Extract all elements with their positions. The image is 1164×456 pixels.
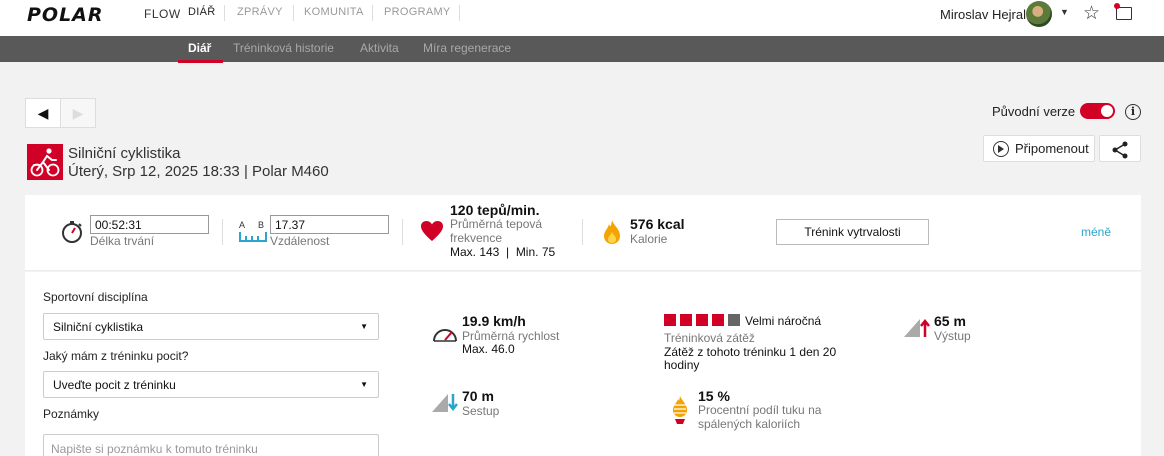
notes-input[interactable]: Napište si poznámku k tomuto tréninku (43, 434, 379, 456)
details-card (25, 272, 1141, 456)
user-name[interactable]: Miroslav Hejral (940, 7, 1026, 22)
cycling-icon (27, 144, 63, 180)
speedometer-icon (433, 329, 457, 342)
feeling-select[interactable]: Uveďte pocit z tréninku ▼ (43, 371, 379, 398)
nav-messages[interactable]: ZPRÁVY (237, 6, 283, 18)
stopwatch-icon (62, 221, 82, 243)
message-icon[interactable] (1116, 7, 1132, 20)
nav-community[interactable]: KOMUNITA (304, 6, 364, 18)
nav-separator (293, 5, 294, 21)
share-icon (1112, 141, 1128, 159)
heart-rate-value: 120 tepů/min. (450, 202, 540, 218)
nav-separator (372, 5, 373, 21)
training-benefit-button[interactable]: Trénink vytrvalosti (776, 219, 929, 245)
share-button[interactable] (1099, 135, 1141, 162)
avatar[interactable] (1026, 1, 1052, 27)
ruler-icon (239, 232, 267, 242)
training-load-rating: Velmi náročná (745, 314, 822, 328)
info-icon[interactable]: i (1125, 104, 1141, 120)
arrow-left-icon: ◀ (37, 105, 49, 121)
notes-label: Poznámky (43, 407, 100, 421)
ascent-icon (904, 318, 930, 337)
flame-icon (604, 220, 620, 244)
remind-label: Připomenout (1015, 141, 1089, 156)
fat-percentage-value: 15 % (698, 388, 730, 404)
calories-label: Kalorie (630, 232, 668, 246)
notification-dot (1114, 3, 1120, 9)
dropdown-arrow-icon: ▼ (360, 380, 368, 389)
ascent-value: 65 m (934, 313, 966, 329)
feeling-label: Jaký mám z tréninku pocit? (43, 349, 189, 363)
workout-date-device: Úterý, Srp 12, 2025 18:33 | Polar M460 (68, 163, 329, 180)
metric-separator (402, 219, 403, 245)
distance-field[interactable]: 17.37 (270, 215, 389, 234)
distance-b-label: B (258, 220, 265, 230)
original-version-label: Původní verze (992, 104, 1076, 119)
duration-field[interactable]: 00:52:31 (90, 215, 209, 234)
arrow-right-icon: ▶ (72, 105, 84, 121)
subnav-diary[interactable]: Diář (188, 41, 211, 55)
training-load-label: Tréninková zátěž (664, 331, 755, 345)
toggle-knob (1101, 105, 1113, 117)
next-button[interactable]: ▶ (60, 98, 96, 128)
feeling-select-value: Uveďte pocit z tréninku (53, 378, 176, 392)
subnav-training-history[interactable]: Tréninková historie (233, 41, 334, 55)
remind-button[interactable]: Připomenout (983, 135, 1095, 162)
subnav-recovery[interactable]: Míra regenerace (423, 41, 511, 55)
training-load-square (696, 314, 708, 326)
duration-label: Délka trvání (90, 234, 155, 248)
training-load-recovery: Zátěž z tohoto tréninku 1 den 20 hodiny (664, 345, 837, 372)
nav-separator (459, 5, 460, 21)
training-load-square (712, 314, 724, 326)
descent-label: Sestup (462, 404, 500, 418)
training-load-square (680, 314, 692, 326)
sub-navigation: Diář Tréninková historie Aktivita Míra r… (0, 36, 1164, 63)
speed-value: 19.9 km/h (462, 313, 526, 329)
nav-programs[interactable]: PROGRAMY (384, 6, 451, 18)
nav-separator (224, 5, 225, 21)
fat-percentage-label: Procentní podíl tuku na spálených kalori… (698, 403, 822, 431)
training-load-square (728, 314, 740, 326)
play-icon (993, 141, 1009, 157)
dropdown-arrow-icon: ▼ (360, 322, 368, 331)
descent-value: 70 m (462, 388, 494, 404)
training-load-square (664, 314, 676, 326)
sport-select[interactable]: Silniční cyklistika ▼ (43, 313, 379, 340)
sport-label: Sportovní disciplína (43, 290, 148, 304)
metric-separator (222, 219, 223, 245)
distance-label: Vzdálenost (270, 234, 330, 248)
calories-value: 576 kcal (630, 216, 685, 232)
fat-burn-icon (673, 396, 687, 424)
distance-a-label: A (239, 220, 246, 230)
chevron-down-icon[interactable]: ▼ (1060, 7, 1069, 17)
descent-icon (432, 394, 458, 412)
less-link[interactable]: méně (1081, 225, 1111, 239)
metric-separator (582, 219, 583, 245)
heart-rate-minmax: Max. 143 | Min. 75 (450, 245, 556, 259)
star-icon[interactable]: ☆ (1083, 2, 1100, 25)
top-navigation: POLAR FLOW DIÁŘ ZPRÁVY KOMUNITA PROGRAMY… (0, 0, 1164, 36)
nav-diary[interactable]: DIÁŘ (188, 6, 215, 18)
subnav-activity[interactable]: Aktivita (360, 41, 399, 55)
ascent-label: Výstup (934, 329, 971, 343)
polar-logo[interactable]: POLAR (27, 4, 104, 26)
heart-rate-label: Průměrná tepová frekvence (450, 217, 543, 245)
speed-label: Průměrná rychlost (462, 329, 560, 343)
flow-label: FLOW (144, 7, 181, 21)
sport-select-value: Silniční cyklistika (53, 320, 144, 334)
workout-title: Silniční cyklistika (68, 145, 181, 162)
heart-icon (421, 221, 443, 241)
active-tab-indicator (178, 60, 223, 63)
speed-max: Max. 46.0 (462, 342, 515, 356)
previous-button[interactable]: ◀ (25, 98, 61, 128)
